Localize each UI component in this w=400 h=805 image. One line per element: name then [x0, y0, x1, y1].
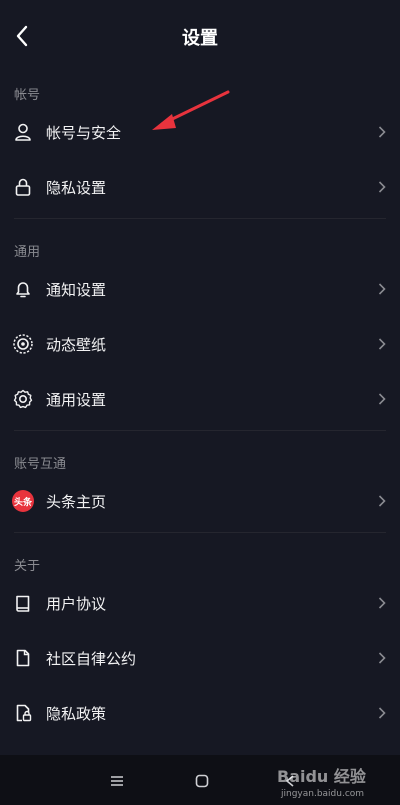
watermark: Baidu 经验 jingyan.baidu.com — [277, 763, 372, 799]
document-icon — [12, 647, 34, 669]
settings-item-label: 头条主页 — [46, 492, 107, 511]
section-header-account: 帐号 — [14, 88, 41, 103]
settings-item-live-wallpaper[interactable]: 动态壁纸 — [0, 318, 400, 370]
settings-item-toutiao-homepage[interactable]: 头条 头条主页 — [0, 475, 400, 527]
chevron-right-icon — [374, 391, 390, 407]
menu-icon — [111, 776, 123, 786]
settings-item-label: 动态壁纸 — [46, 335, 107, 354]
chevron-right-icon — [374, 595, 390, 611]
annotation-arrow — [152, 90, 230, 130]
settings-item-general-settings[interactable]: 通用设置 — [0, 373, 400, 425]
settings-item-label: 隐私设置 — [46, 178, 107, 197]
watermark-brand: Baidu 经验 — [277, 767, 366, 786]
settings-item-label: 通用设置 — [46, 390, 107, 409]
gear-icon — [12, 388, 34, 410]
section-divider — [14, 532, 386, 533]
watermark-url: jingyan.baidu.com — [281, 789, 365, 799]
chevron-right-icon — [374, 493, 390, 509]
settings-item-label: 社区自律公约 — [46, 649, 137, 668]
section-divider — [14, 218, 386, 219]
user-icon — [12, 121, 34, 143]
settings-item-user-agreement[interactable]: 用户协议 — [0, 577, 400, 629]
settings-item-label: 隐私政策 — [46, 704, 107, 723]
chevron-right-icon — [374, 281, 390, 297]
privacy-document-icon — [12, 702, 34, 724]
wallpaper-icon — [12, 333, 34, 355]
chevron-right-icon — [374, 705, 390, 721]
chevron-right-icon — [374, 336, 390, 352]
top-bar: 设置 — [0, 0, 400, 72]
chevron-right-icon — [374, 179, 390, 195]
lock-icon — [12, 176, 34, 198]
settings-item-label: 用户协议 — [46, 594, 107, 613]
settings-item-label: 通知设置 — [46, 280, 107, 299]
section-header-general: 通用 — [14, 245, 41, 260]
settings-item-notifications[interactable]: 通知设置 — [0, 263, 400, 315]
book-icon — [12, 592, 34, 614]
system-navigation-bar: Baidu 经验 jingyan.baidu.com — [0, 755, 400, 805]
chevron-right-icon — [374, 650, 390, 666]
section-header-account-interop: 账号互通 — [14, 457, 67, 472]
section-divider — [14, 430, 386, 431]
home-nav-button[interactable] — [190, 769, 214, 793]
menu-nav-button[interactable] — [105, 769, 129, 793]
toutiao-icon: 头条 — [12, 490, 34, 512]
page-title: 设置 — [182, 28, 218, 49]
settings-item-community-guidelines[interactable]: 社区自律公约 — [0, 632, 400, 684]
bell-icon — [12, 278, 34, 300]
section-header-about: 关于 — [14, 559, 41, 574]
chevron-right-icon — [374, 124, 390, 140]
settings-item-privacy-policy[interactable]: 隐私政策 — [0, 687, 400, 739]
home-square-icon — [195, 774, 209, 788]
settings-item-privacy[interactable]: 隐私设置 — [0, 161, 400, 213]
